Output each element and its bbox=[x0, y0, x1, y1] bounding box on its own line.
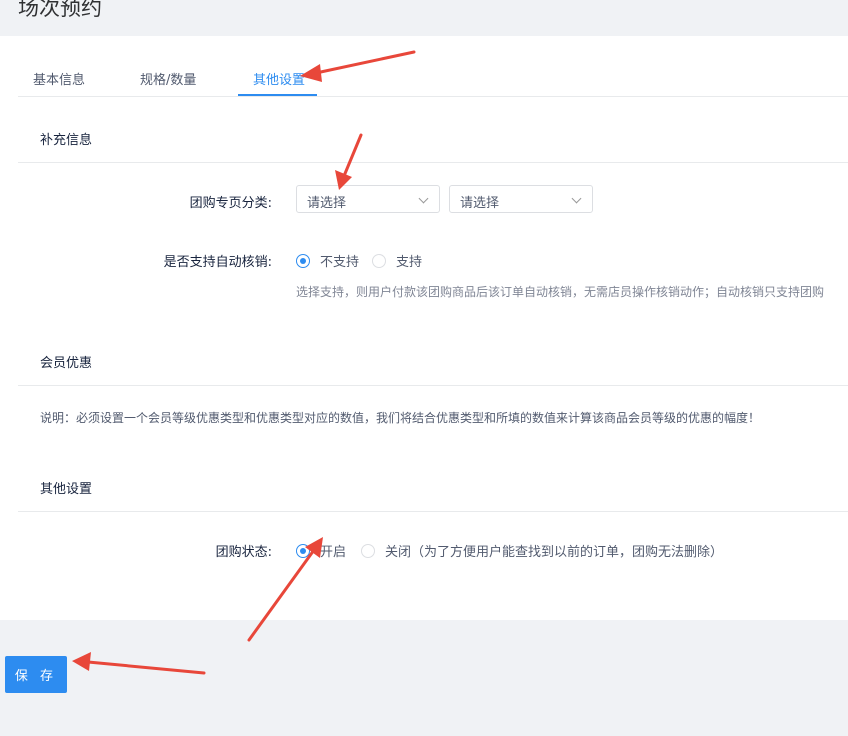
category-select-secondary[interactable]: 请选择 bbox=[449, 185, 593, 213]
category-label: 团购专页分类: bbox=[189, 196, 272, 211]
divider bbox=[18, 385, 848, 386]
chevron-down-icon bbox=[571, 193, 582, 204]
radio-unchecked-icon bbox=[361, 543, 375, 558]
save-button[interactable]: 保 存 bbox=[5, 656, 67, 693]
radio-checked-icon bbox=[296, 253, 310, 268]
divider bbox=[18, 162, 848, 163]
member-discount-note: 说明：必须设置一个会员等级优惠类型和优惠类型对应的数值，我们将结合优惠类型和所填… bbox=[40, 411, 761, 425]
select-placeholder: 请选择 bbox=[460, 196, 500, 211]
annotation-arrowhead bbox=[72, 652, 91, 671]
tab-bar: 基本信息 规格/数量 其他设置 bbox=[18, 36, 848, 97]
auto-verify-hint: 选择支持，则用户付款该团购商品后该订单自动核销，无需店员操作核销动作；自动核销只… bbox=[296, 285, 825, 299]
radio-label: 支持 bbox=[396, 255, 423, 270]
active-tab-indicator bbox=[238, 94, 317, 96]
select-placeholder: 请选择 bbox=[307, 196, 347, 211]
chevron-down-icon bbox=[418, 193, 429, 204]
radio-checked-icon bbox=[296, 543, 310, 558]
auto-verify-option-unsupported[interactable]: 不支持 bbox=[296, 251, 359, 270]
radio-label: 开启 bbox=[320, 545, 347, 560]
group-status-label: 团购状态: bbox=[215, 545, 272, 560]
page-title: 场次预约 bbox=[18, 0, 102, 20]
section-title-other: 其他设置 bbox=[40, 482, 93, 497]
divider bbox=[18, 511, 848, 512]
auto-verify-label: 是否支持自动核销: bbox=[163, 255, 272, 270]
annotation-arrow bbox=[86, 660, 206, 675]
radio-label: 不支持 bbox=[320, 255, 360, 270]
settings-card: 基本信息 规格/数量 其他设置 补充信息 团购专页分类: 请选择 请选择 是否支… bbox=[0, 36, 848, 620]
group-status-option-open[interactable]: 开启 bbox=[296, 541, 346, 560]
radio-unchecked-icon bbox=[372, 253, 386, 268]
section-title-supplementary: 补充信息 bbox=[40, 133, 93, 148]
tab-other-settings[interactable]: 其他设置 bbox=[253, 69, 305, 88]
radio-label: 关闭（为了方便用户能查找到以前的订单，团购无法删除） bbox=[385, 545, 724, 560]
tab-basic-info[interactable]: 基本信息 bbox=[33, 69, 85, 88]
section-title-member: 会员优惠 bbox=[40, 356, 93, 371]
category-select-primary[interactable]: 请选择 bbox=[296, 185, 440, 213]
group-status-option-closed[interactable]: 关闭（为了方便用户能查找到以前的订单，团购无法删除） bbox=[361, 541, 723, 560]
auto-verify-option-supported[interactable]: 支持 bbox=[372, 251, 422, 270]
tab-spec-quantity[interactable]: 规格/数量 bbox=[140, 69, 196, 88]
